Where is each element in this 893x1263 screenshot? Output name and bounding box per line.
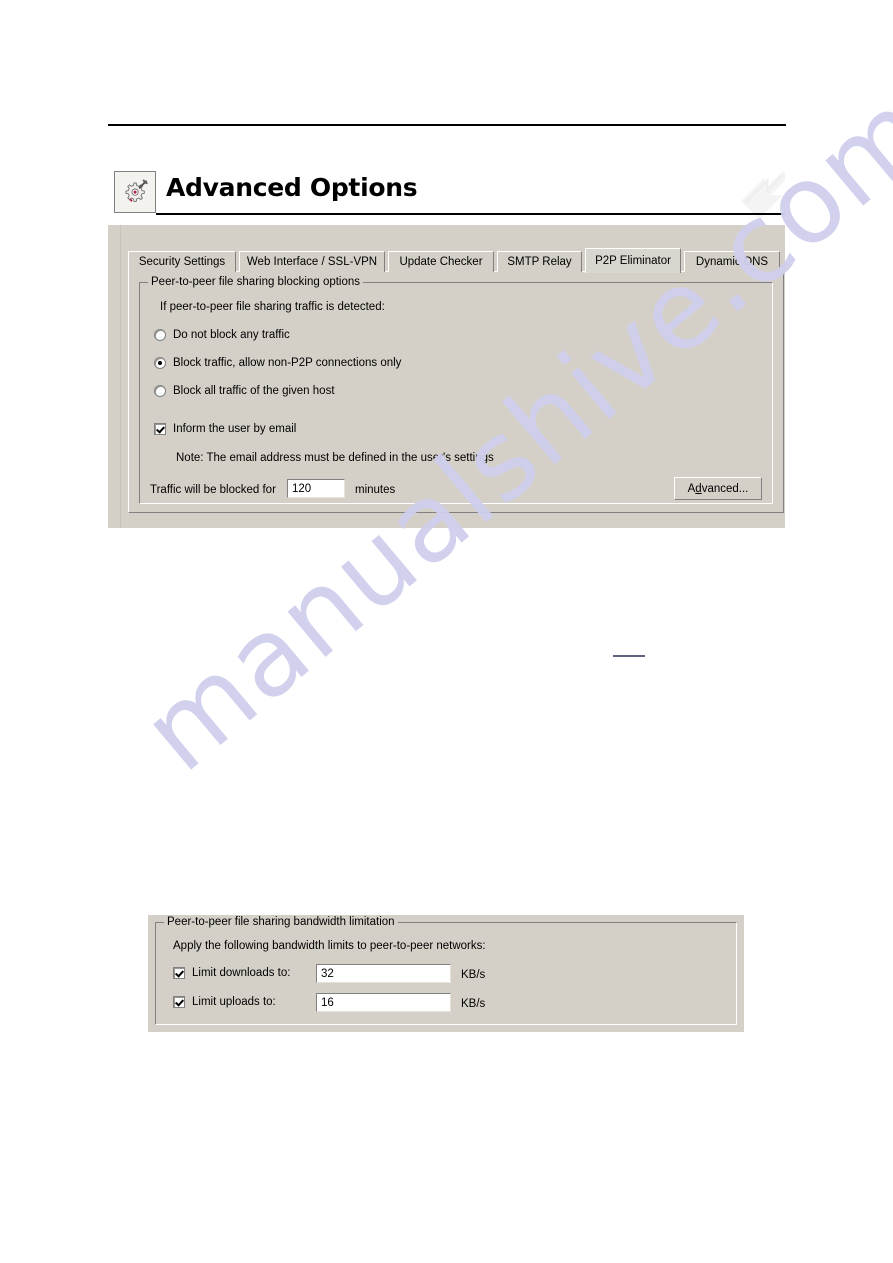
dialog-body: Security Settings Web Interface / SSL-VP… xyxy=(108,225,785,528)
checkbox-label-limit-uploads: Limit uploads to: xyxy=(192,996,276,1008)
detection-prompt-label: If peer-to-peer file sharing traffic is … xyxy=(160,301,385,313)
checkbox-label-limit-downloads: Limit downloads to: xyxy=(192,967,291,979)
tab-web-interface-sslvpn[interactable]: Web Interface / SSL-VPN xyxy=(239,251,385,272)
arrow-corner-watermark-icon xyxy=(725,165,785,225)
checkbox-indicator-inform-user[interactable] xyxy=(154,423,166,435)
advanced-button-label-tail: vanced... xyxy=(701,482,749,495)
radio-label-block-all-traffic: Block all traffic of the given host xyxy=(173,385,335,397)
radio-indicator-do-not-block[interactable] xyxy=(154,329,166,341)
email-note-label: Note: The email address must be defined … xyxy=(176,452,494,464)
blocked-duration-input[interactable]: 120 xyxy=(287,479,345,498)
blocked-duration-label: Traffic will be blocked for xyxy=(150,484,276,496)
limit-uploads-unit-label: KB/s xyxy=(461,998,486,1010)
watermark-dash-artifact xyxy=(613,655,645,657)
radio-label-block-allow-non-p2p: Block traffic, allow non-P2P connections… xyxy=(173,357,402,369)
header-underline xyxy=(156,213,785,215)
radio-block-all-traffic[interactable]: Block all traffic of the given host xyxy=(154,385,335,397)
radio-do-not-block[interactable]: Do not block any traffic xyxy=(154,329,290,341)
limit-downloads-unit-label: KB/s xyxy=(461,969,486,981)
radio-indicator-block-allow-non-p2p[interactable] xyxy=(154,357,166,369)
bandwidth-limitation-panel: Peer-to-peer file sharing bandwidth limi… xyxy=(148,915,744,1032)
limit-uploads-input[interactable]: 16 xyxy=(316,993,451,1012)
tab-panel-p2p-eliminator: Peer-to-peer file sharing blocking optio… xyxy=(128,271,784,513)
gear-hammer-icon xyxy=(114,171,156,213)
tab-update-checker[interactable]: Update Checker xyxy=(388,251,494,272)
tab-security-settings[interactable]: Security Settings xyxy=(128,251,236,272)
page-title: Advanced Options xyxy=(166,173,418,202)
blocking-options-title: Peer-to-peer file sharing blocking optio… xyxy=(148,276,364,288)
page-top-rule xyxy=(108,124,786,126)
tab-dynamic-dns[interactable]: Dynamic DNS xyxy=(684,251,780,272)
tab-strip: Security Settings Web Interface / SSL-VP… xyxy=(128,248,784,273)
checkbox-label-inform-user: Inform the user by email xyxy=(173,423,297,435)
checkbox-inform-user-by-email[interactable]: Inform the user by email xyxy=(154,423,296,435)
blocking-options-groupbox: Peer-to-peer file sharing blocking optio… xyxy=(139,276,773,504)
bandwidth-prompt-label: Apply the following bandwidth limits to … xyxy=(173,940,486,952)
checkbox-indicator-limit-downloads[interactable] xyxy=(173,967,185,979)
limit-downloads-input[interactable]: 32 xyxy=(316,964,451,983)
tab-smtp-relay[interactable]: SMTP Relay xyxy=(497,251,582,272)
tab-p2p-eliminator[interactable]: P2P Eliminator xyxy=(585,248,681,273)
checkbox-limit-downloads[interactable]: Limit downloads to: xyxy=(173,967,290,979)
checkbox-limit-uploads[interactable]: Limit uploads to: xyxy=(173,996,276,1008)
radio-label-do-not-block: Do not block any traffic xyxy=(173,329,290,341)
bandwidth-limitation-title: Peer-to-peer file sharing bandwidth limi… xyxy=(164,916,398,928)
dialog-header: Advanced Options xyxy=(108,165,785,225)
blocked-duration-unit-label: minutes xyxy=(355,484,396,496)
advanced-options-dialog: Advanced Options Security Settings Web I… xyxy=(108,165,785,528)
radio-block-allow-non-p2p[interactable]: Block traffic, allow non-P2P connections… xyxy=(154,357,401,369)
advanced-button[interactable]: Ad vanced... xyxy=(674,477,762,500)
radio-indicator-block-all-traffic[interactable] xyxy=(154,385,166,397)
checkbox-indicator-limit-uploads[interactable] xyxy=(173,996,185,1008)
bandwidth-limitation-groupbox: Peer-to-peer file sharing bandwidth limi… xyxy=(155,916,737,1025)
advanced-button-label-head: A xyxy=(687,482,696,495)
